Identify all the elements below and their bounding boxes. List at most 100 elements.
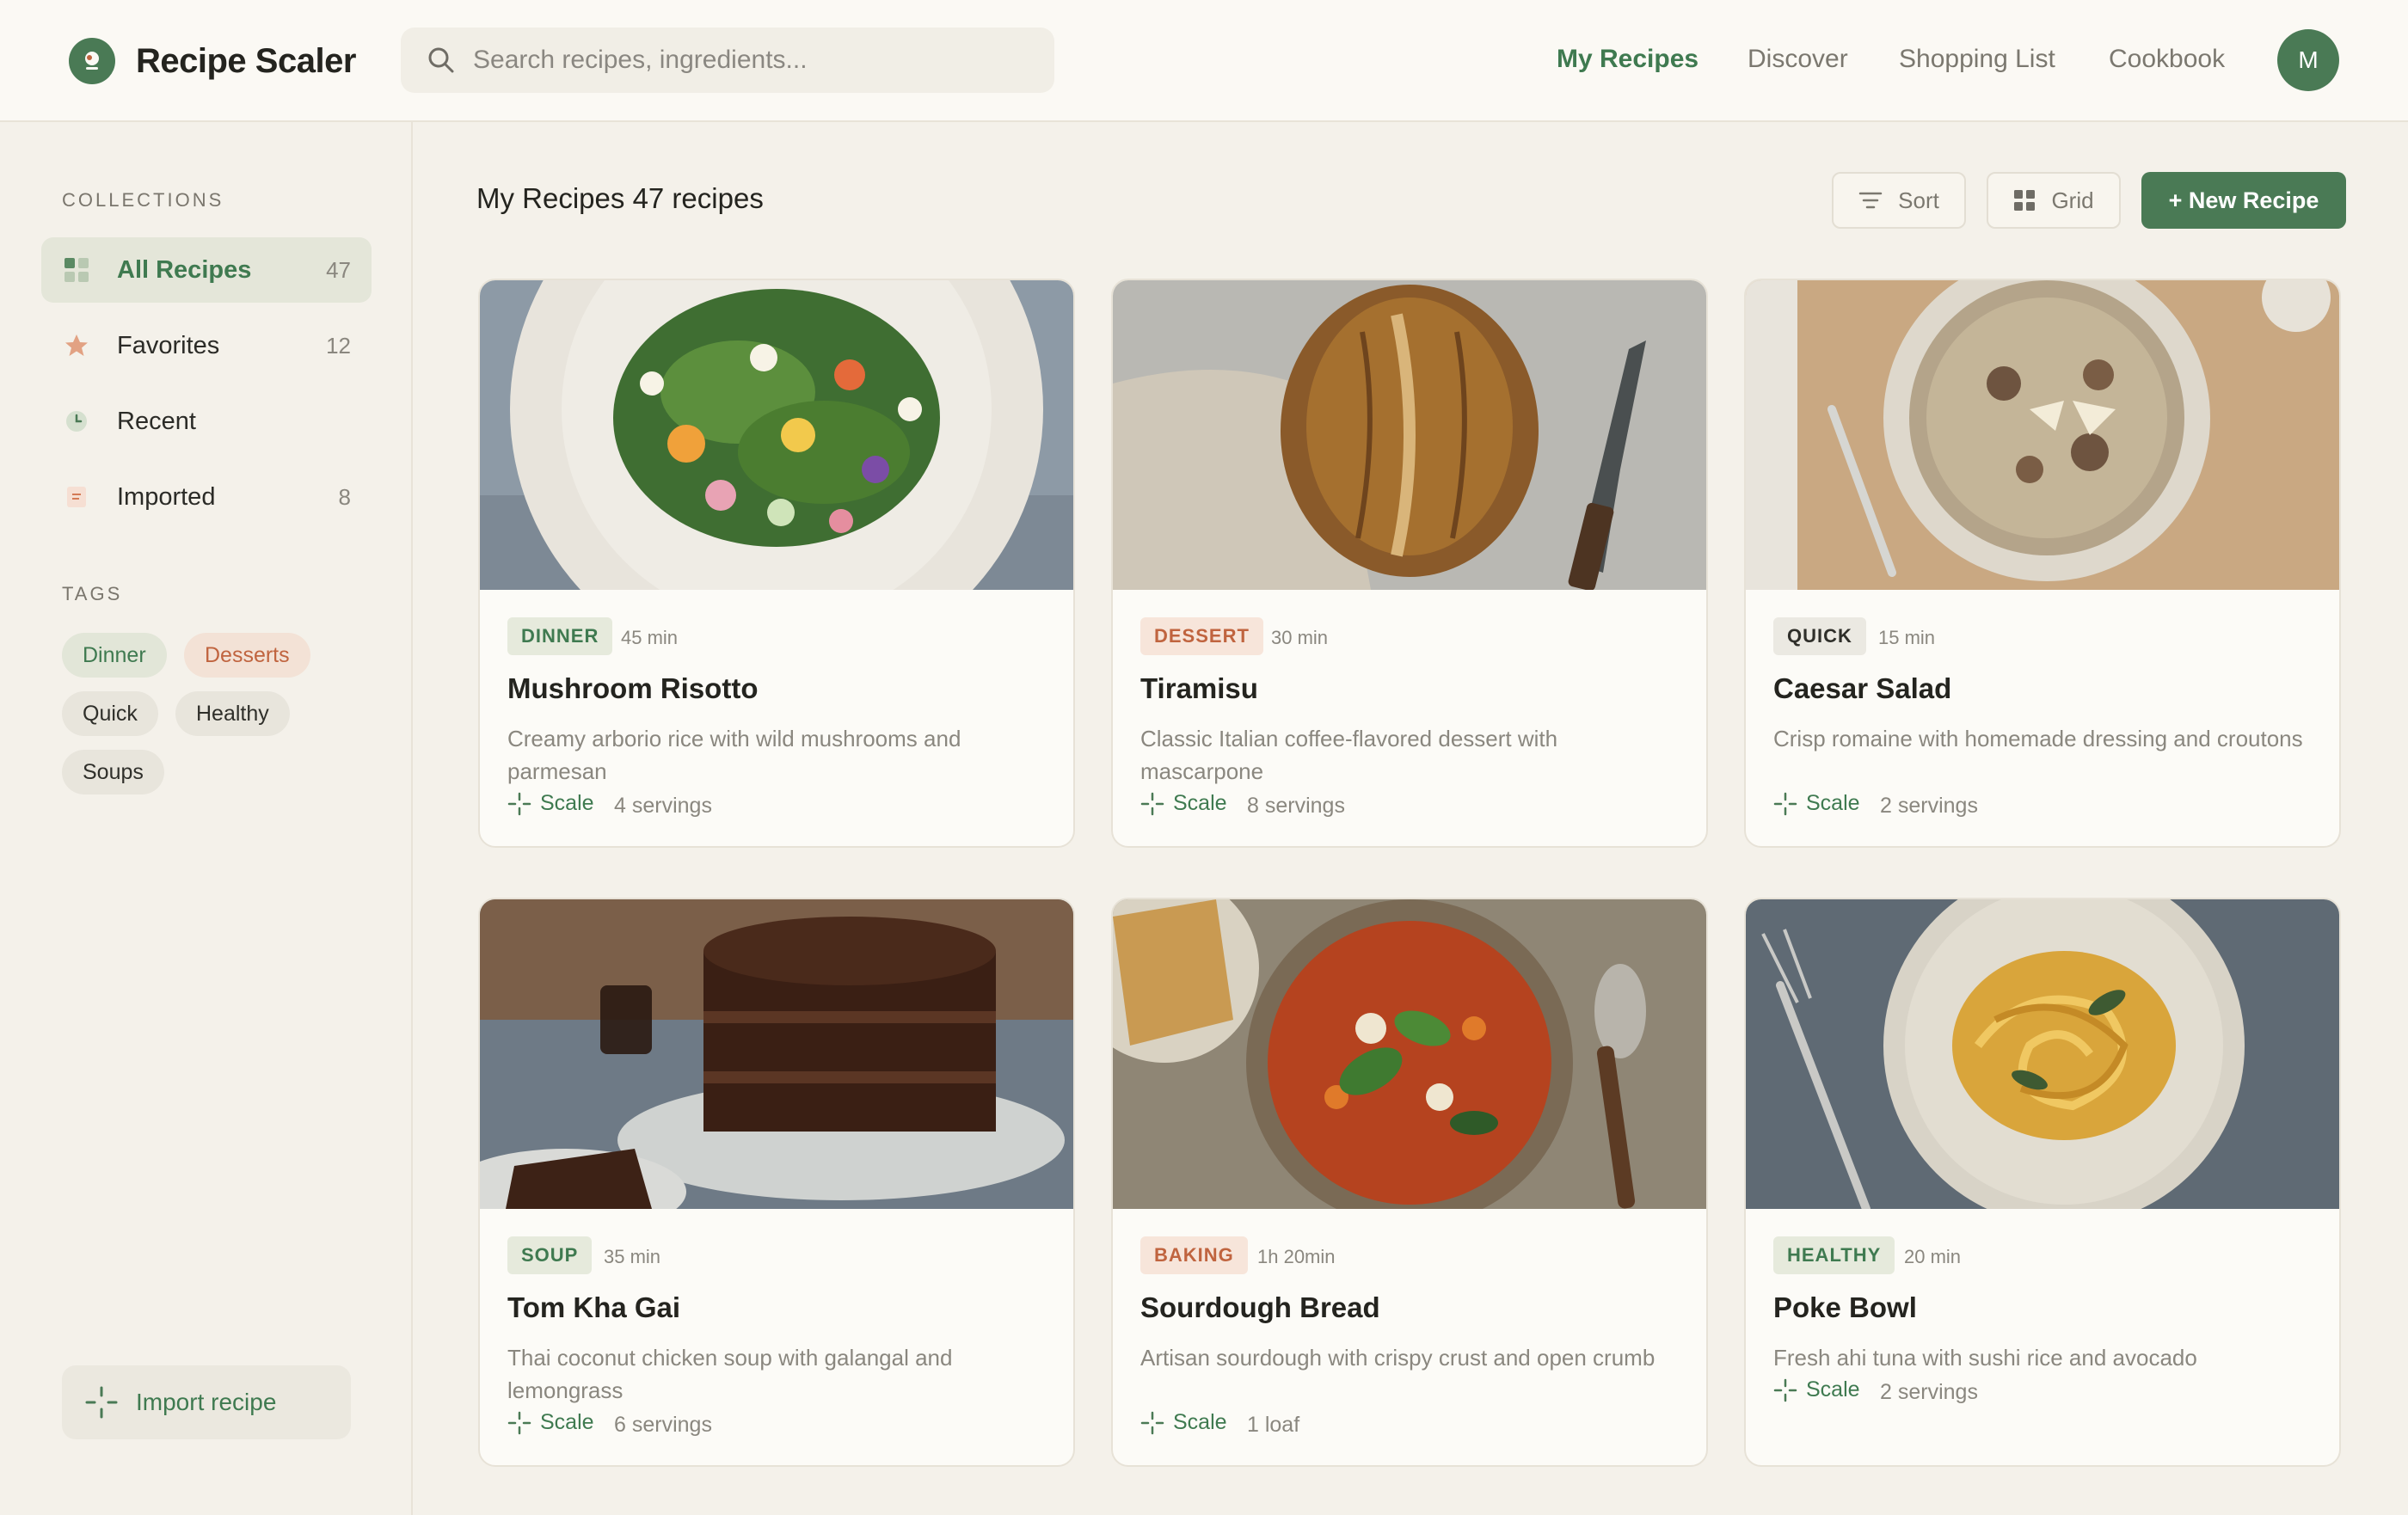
recipe-photo-minestrone-bowl [1113,899,1706,1209]
recipe-count: 47 recipes [632,182,764,214]
recipe-time: 30 min [1271,627,1329,648]
scale-icon [1140,792,1164,815]
scale-label: Scale [540,1410,594,1434]
scale-button[interactable]: Scale [507,791,594,816]
scale-label: Scale [1806,791,1860,815]
grid-icon [62,255,91,285]
recipe-time: 35 min [604,1246,661,1267]
recipe-servings: 2 servings [1880,1380,1978,1404]
sidebar-item-recent[interactable]: Recent [41,389,372,454]
recipe-description: Classic Italian coffee-flavored dessert … [1140,726,1558,784]
recipe-card[interactable]: BAKING 1h 20min Sourdough Bread Artisan … [1111,898,1708,1467]
recipe-tag-badge: QUICK [1773,617,1866,655]
tag-quick[interactable]: Quick [62,691,158,736]
grid-icon [2014,190,2036,211]
recipe-description: Creamy arborio rice with wild mushrooms … [507,726,961,784]
recipe-title: Sourdough Bread [1140,1291,1380,1323]
scale-label: Scale [1173,1410,1227,1434]
page-title: My Recipes 47 recipes [476,182,764,215]
recipe-description: Crisp romaine with homemade dressing and… [1773,726,2303,751]
sidebar-item-imported[interactable]: Imported 8 [41,464,372,530]
sidebar-item-label: All Recipes [117,255,252,284]
recipe-photo-risotto-bowl [1746,280,2339,590]
recipe-photo-pasta-plate [1746,899,2339,1209]
sidebar: COLLECTIONS All Recipes 47 Favorites 12 [0,122,413,1515]
scale-icon [1140,1411,1164,1434]
recipe-servings: 1 loaf [1247,1413,1300,1437]
user-avatar[interactable]: M [2277,29,2339,91]
recipe-card[interactable]: HEALTHY 20 min Poke Bowl Fresh ahi tuna … [1744,898,2341,1467]
scale-label: Scale [1173,791,1227,815]
sort-label: Sort [1898,187,1939,213]
sidebar-item-label: Imported [117,482,216,511]
recipe-tag-badge: BAKING [1140,1236,1248,1274]
collections-heading: COLLECTIONS [62,189,224,211]
tag-soups[interactable]: Soups [62,750,164,794]
recipe-card[interactable]: DINNER 45 min Mushroom Risotto Creamy ar… [478,279,1075,848]
tag-dinner[interactable]: Dinner [62,633,167,678]
recipe-card[interactable]: DESSERT 30 min Tiramisu Classic Italian … [1111,279,1708,848]
grid-label: Grid [2051,187,2094,213]
recipe-card[interactable]: SOUP 35 min Tom Kha Gai Thai coconut chi… [478,898,1075,1467]
search-input[interactable] [473,46,1023,75]
recipe-tag-badge: DESSERT [1140,617,1263,655]
scale-button[interactable]: Scale [507,1410,594,1435]
nav-my-recipes[interactable]: My Recipes [1557,45,1698,74]
scale-button[interactable]: Scale [1773,791,1860,816]
nav-shopping-list[interactable]: Shopping List [1899,45,2055,74]
recipe-servings: 4 servings [614,794,712,818]
recipe-photo-bread-loaf [1113,280,1706,590]
nav-cookbook[interactable]: Cookbook [2109,45,2225,74]
scale-button[interactable]: Scale [1140,1410,1227,1435]
top-header: Recipe Scaler My Recipes Discover Shoppi… [0,0,2408,122]
recipe-servings: 8 servings [1247,794,1345,818]
app-name: Recipe Scaler [136,41,356,80]
app-logo[interactable]: Recipe Scaler [69,38,356,84]
recipe-tag-badge: HEALTHY [1773,1236,1895,1274]
sidebar-item-label: Favorites [117,331,220,359]
tag-healthy[interactable]: Healthy [175,691,290,736]
recipe-description: Fresh ahi tuna with sushi rice and avoca… [1773,1345,2197,1371]
recipe-description: Artisan sourdough with crispy crust and … [1140,1345,1656,1371]
logo-icon [69,38,115,84]
search-bar[interactable] [401,28,1054,93]
recipe-time: 15 min [1878,627,1936,648]
recipe-time: 1h 20min [1257,1246,1336,1267]
recipe-card[interactable]: QUICK 15 min Caesar Salad Crisp romaine … [1744,279,2341,848]
scale-button[interactable]: Scale [1773,1377,1860,1402]
tag-desserts[interactable]: Desserts [184,633,310,678]
recipe-title: Tom Kha Gai [507,1291,681,1323]
scale-icon [507,1411,531,1434]
new-recipe-button[interactable]: + New Recipe [2141,172,2346,229]
import-recipe-label: Import recipe [136,1389,277,1415]
nav-discover[interactable]: Discover [1748,45,1848,74]
search-icon [428,47,454,73]
tags-heading: TAGS [62,583,123,604]
scale-button[interactable]: Scale [1140,791,1227,816]
scale-icon [1773,1378,1797,1402]
sidebar-item-label: Recent [117,407,196,435]
scale-icon [1773,792,1797,815]
document-icon [62,482,91,512]
recipe-title: Caesar Salad [1773,672,1952,704]
sort-button[interactable]: Sort [1832,172,1966,229]
sidebar-item-count: 47 [326,256,351,283]
recipe-title: Mushroom Risotto [507,672,759,704]
grid-view-button[interactable]: Grid [1987,172,2121,229]
recipe-title: Poke Bowl [1773,1291,1917,1323]
scale-label: Scale [540,791,594,815]
recipe-photo-chocolate-cake [480,899,1073,1209]
recipe-servings: 2 servings [1880,794,1978,818]
scale-icon [85,1386,118,1419]
recipe-time: 20 min [1904,1246,1962,1267]
import-recipe-button[interactable]: Import recipe [62,1365,351,1439]
recipe-title: Tiramisu [1140,672,1258,704]
recipe-servings: 6 servings [614,1413,712,1437]
recipe-photo-flower-salad [480,280,1073,590]
recipe-time: 45 min [621,627,679,648]
recipe-tag-badge: SOUP [507,1236,593,1274]
sidebar-item-favorites[interactable]: Favorites 12 [41,313,372,378]
page-title-text: My Recipes [476,182,625,214]
sidebar-item-all-recipes[interactable]: All Recipes 47 [41,237,372,303]
scale-label: Scale [1806,1377,1860,1402]
